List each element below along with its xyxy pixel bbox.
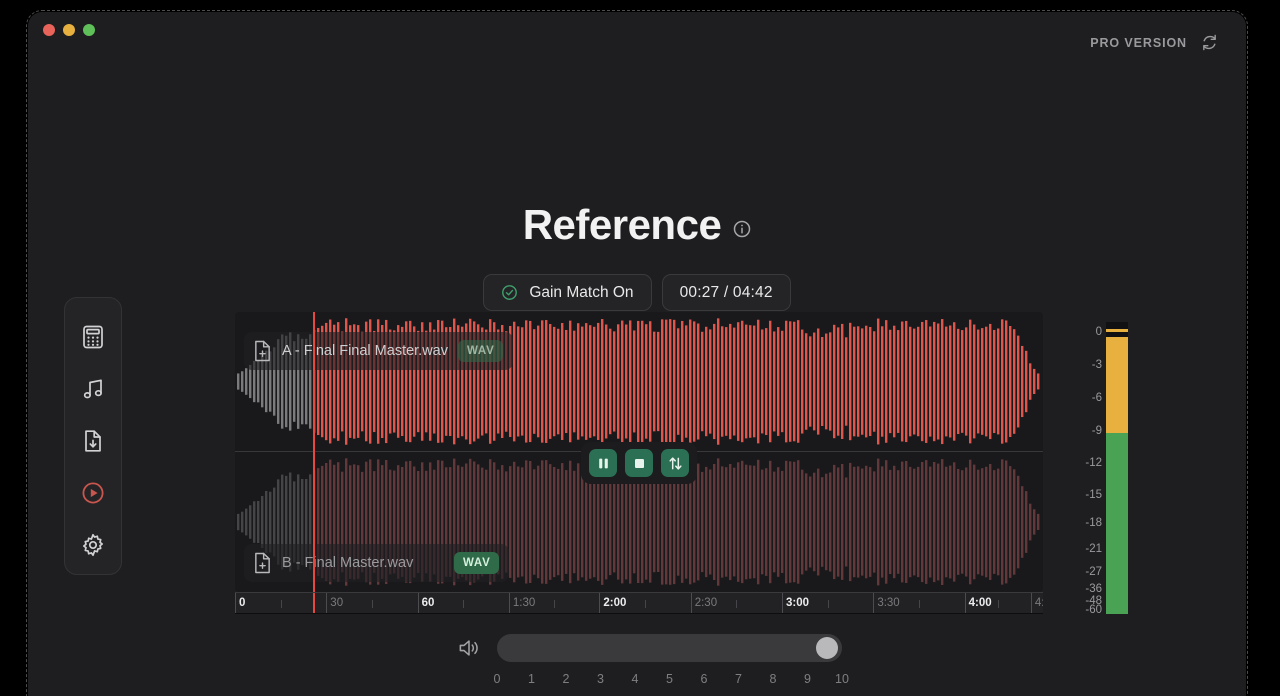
close-window-button[interactable] [43, 24, 55, 36]
app-root: PRO VERSION Reference [0, 0, 1280, 696]
swap-ab-button[interactable] [661, 449, 689, 477]
volume-control: 0 1 2 3 4 5 6 7 8 9 10 [458, 634, 858, 696]
timeline-label: 2:00 [599, 597, 626, 609]
timeline-tick: 4:30 [1031, 593, 1043, 613]
meter-label: -60 [1058, 604, 1102, 616]
pro-version-label: PRO VERSION [1090, 36, 1187, 50]
volume-scale-number: 1 [528, 672, 535, 686]
playback-time-display: 00:27 / 04:42 [662, 274, 791, 311]
track-b-file-name: B - Final Master.wav [282, 555, 444, 571]
meter-scale: 0-3-6-9-12-15-18-21-27-36-48-60 [1058, 312, 1102, 614]
meter-label: -6 [1058, 392, 1102, 404]
timeline-tick: 2:30 [691, 593, 717, 613]
sidebar-item-settings[interactable] [80, 532, 106, 558]
status-row: Gain Match On 00:27 / 04:42 [28, 274, 1246, 311]
pause-button[interactable] [589, 449, 617, 477]
timeline-ruler[interactable]: 0 30 60 1:30 2:00 2:30 3:00 3:30 4:00 4:30 [235, 592, 1043, 614]
sidebar-item-music[interactable] [80, 376, 106, 402]
track-a-file-name: A - Final Final Master.wav [282, 343, 448, 359]
zoom-window-button[interactable] [83, 24, 95, 36]
timeline-label: 2:30 [691, 597, 717, 609]
track-a-file-chip[interactable]: A - Final Final Master.wav WAV [244, 332, 513, 370]
meter-warn-segment [1106, 337, 1128, 433]
page-title: Reference [523, 204, 722, 246]
volume-slider-knob[interactable] [816, 637, 838, 659]
meter-label: -15 [1058, 489, 1102, 501]
timeline-tick: 3:30 [873, 593, 899, 613]
meter-bar [1106, 322, 1128, 614]
sidebar-item-export[interactable] [80, 428, 106, 454]
volume-scale-number: 2 [563, 672, 570, 686]
meter-label: 0 [1058, 326, 1102, 338]
volume-scale: 012345678910 [497, 672, 842, 688]
check-circle-icon [501, 284, 518, 301]
meter-label: -21 [1058, 543, 1102, 555]
meter-label: -3 [1058, 359, 1102, 371]
gain-match-toggle[interactable]: Gain Match On [483, 274, 651, 311]
timeline-label: 3:30 [873, 597, 899, 609]
transport-controls [581, 442, 697, 484]
timeline-tick: 1:30 [509, 593, 535, 613]
sidebar-item-player[interactable] [80, 480, 106, 506]
timeline-label: 60 [418, 597, 435, 609]
timeline-tick: 0 [235, 593, 245, 613]
timeline-tick: 60 [418, 593, 435, 613]
pro-version-area: PRO VERSION [1090, 34, 1218, 51]
volume-scale-number: 5 [666, 672, 673, 686]
info-icon[interactable] [733, 212, 751, 238]
track-a[interactable]: A - Final Final Master.wav WAV [235, 312, 1043, 452]
sidebar [64, 297, 122, 575]
speaker-icon[interactable] [458, 638, 480, 658]
waveform-editor[interactable]: A - Final Final Master.wav WAV [235, 312, 1043, 592]
track-b-format-badge: WAV [454, 552, 499, 574]
app-window: PRO VERSION Reference [28, 12, 1246, 696]
file-add-icon [253, 340, 272, 362]
level-meter: 0-3-6-9-12-15-18-21-27-36-48-60 [1050, 312, 1128, 614]
volume-scale-number: 7 [735, 672, 742, 686]
minimize-window-button[interactable] [63, 24, 75, 36]
timeline-tick: 3:00 [782, 593, 809, 613]
meter-label: -12 [1058, 457, 1102, 469]
gain-match-label: Gain Match On [529, 284, 633, 302]
sidebar-item-calculator[interactable] [80, 324, 106, 350]
volume-scale-number: 8 [770, 672, 777, 686]
refresh-icon[interactable] [1201, 34, 1218, 51]
page-header: Reference [28, 204, 1246, 246]
meter-safe-segment [1106, 433, 1128, 614]
volume-scale-number: 3 [597, 672, 604, 686]
track-b-file-chip[interactable]: B - Final Master.wav WAV [244, 544, 509, 582]
timeline-label: 4:30 [1031, 597, 1043, 609]
volume-scale-number: 6 [701, 672, 708, 686]
timeline-label: 4:00 [965, 597, 992, 609]
timeline-label: 30 [326, 597, 343, 609]
meter-label: -27 [1058, 566, 1102, 578]
meter-peak-indicator [1106, 329, 1128, 332]
title-bar: PRO VERSION [28, 12, 1246, 58]
meter-label: -18 [1058, 517, 1102, 529]
volume-slider[interactable] [497, 634, 842, 662]
volume-scale-number: 9 [804, 672, 811, 686]
timeline-label: 0 [235, 597, 245, 609]
file-add-icon [253, 552, 272, 574]
timeline-label: 1:30 [509, 597, 535, 609]
meter-label: -9 [1058, 425, 1102, 437]
timeline-tick: 2:00 [599, 593, 626, 613]
timeline-label: 3:00 [782, 597, 809, 609]
volume-scale-number: 0 [494, 672, 501, 686]
track-a-format-badge: WAV [458, 340, 503, 362]
volume-scale-number: 4 [632, 672, 639, 686]
traffic-lights [43, 24, 95, 36]
playhead[interactable] [313, 312, 315, 592]
stop-button[interactable] [625, 449, 653, 477]
timeline-tick: 4:00 [965, 593, 992, 613]
timeline-tick: 30 [326, 593, 343, 613]
meter-label: -36 [1058, 583, 1102, 595]
volume-scale-number: 10 [835, 672, 849, 686]
